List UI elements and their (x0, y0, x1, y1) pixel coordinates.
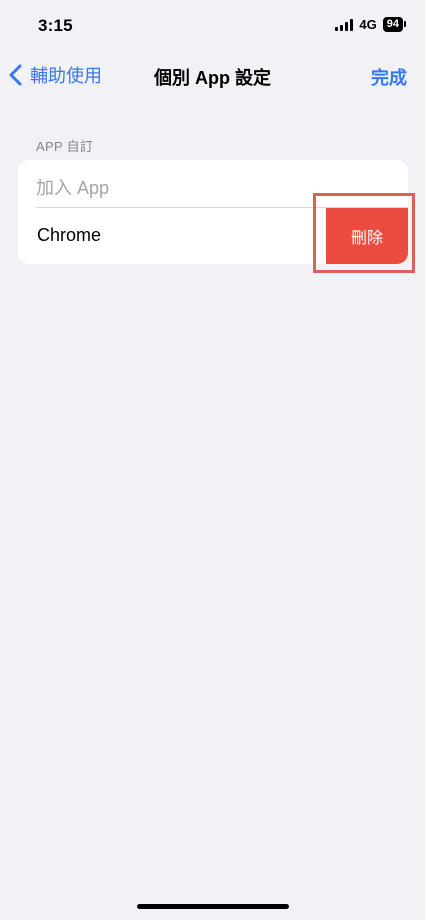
cellular-signal-icon (335, 18, 354, 31)
navigation-bar: 輔助使用 個別 App 設定 完成 (0, 54, 425, 98)
app-list-card: 加入 App Chrome 刪除 (18, 160, 408, 264)
section-header: APP 自訂 (36, 139, 94, 154)
add-app-label: 加入 App (36, 178, 110, 198)
app-name-label: Chrome (37, 225, 102, 245)
status-bar: 3:15 4G 94 (0, 0, 425, 54)
network-type: 4G (359, 17, 377, 32)
home-indicator[interactable] (137, 904, 289, 909)
page-title: 個別 App 設定 (154, 68, 271, 88)
list-item[interactable]: Chrome 刪除 (18, 208, 408, 264)
battery-icon: 94 (382, 17, 407, 32)
status-indicators: 4G 94 (335, 17, 407, 32)
add-app-row[interactable]: 加入 App (18, 160, 408, 208)
done-button[interactable]: 完成 (371, 64, 407, 90)
status-time: 3:15 (38, 16, 73, 35)
delete-button[interactable]: 刪除 (326, 208, 408, 264)
